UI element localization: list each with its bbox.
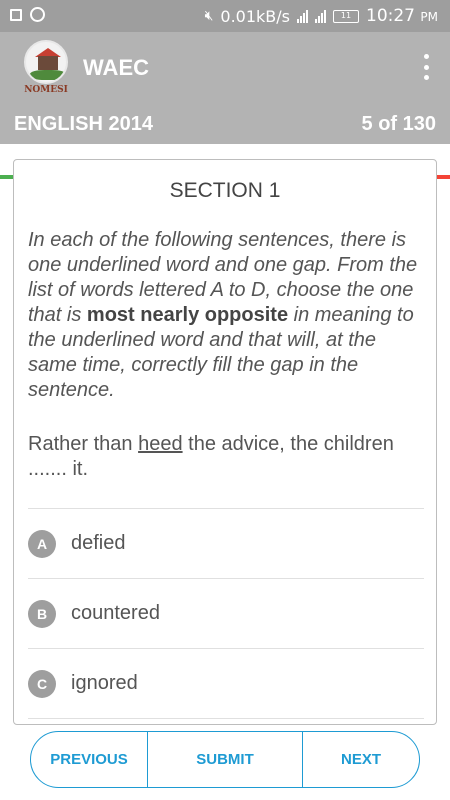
next-button[interactable]: NEXT: [303, 732, 419, 787]
option-b[interactable]: B countered: [28, 578, 424, 648]
navigation-button-group: PREVIOUS SUBMIT NEXT: [30, 731, 420, 788]
whatsapp-icon: [30, 7, 45, 22]
option-a[interactable]: A defied: [28, 508, 424, 578]
status-indicators: 🔇︎ 0.01kB/s 11 10:27 PM: [205, 6, 438, 26]
network-speed: 0.01kB/s: [220, 6, 290, 26]
submit-button[interactable]: SUBMIT: [148, 732, 303, 787]
notification-icons: [10, 7, 45, 22]
overflow-menu-icon[interactable]: [422, 54, 430, 80]
status-bar: 🔇︎ 0.01kB/s 11 10:27 PM: [0, 0, 450, 32]
signal-icon: [297, 9, 308, 23]
app-logo: NOMESI: [18, 40, 74, 102]
option-c[interactable]: C ignored: [28, 648, 424, 718]
mute-icon: 🔇︎: [204, 8, 214, 24]
signal-icon-2: [315, 9, 326, 23]
logo-text: NOMESI: [24, 85, 68, 95]
question-text-start: Rather than: [28, 433, 139, 455]
option-b-text: countered: [71, 602, 160, 624]
question-counter: 5 of 130: [361, 113, 436, 135]
option-d-divider: [28, 718, 424, 724]
app-bar: NOMESI WAEC ENGLISH 2014 5 of 130: [0, 32, 450, 179]
instruction-emphasis: most nearly opposite: [86, 304, 289, 326]
battery-icon: 11: [333, 9, 359, 23]
image-notification-icon: [10, 8, 22, 21]
question-text: Rather than heed the advice, the childre…: [28, 432, 424, 482]
logo-emblem-icon: [24, 40, 68, 84]
clock-suffix: PM: [420, 10, 438, 24]
option-a-text: defied: [71, 532, 126, 554]
clock-time: 10:27: [366, 6, 415, 26]
option-c-letter: C: [28, 669, 56, 698]
section-title: SECTION 1: [169, 179, 281, 202]
option-b-letter: B: [28, 599, 56, 628]
option-c-text: ignored: [71, 672, 138, 694]
underlined-word: heed: [138, 433, 183, 455]
option-a-letter: A: [28, 529, 56, 558]
clock: 10:27 PM: [366, 6, 438, 26]
app-title: WAEC: [83, 55, 149, 80]
question-instructions: In each of the following sentences, ther…: [28, 228, 424, 403]
previous-button[interactable]: PREVIOUS: [31, 732, 148, 787]
exam-subject: ENGLISH 2014: [14, 113, 153, 135]
question-card: SECTION 1 In each of the following sente…: [13, 159, 437, 725]
